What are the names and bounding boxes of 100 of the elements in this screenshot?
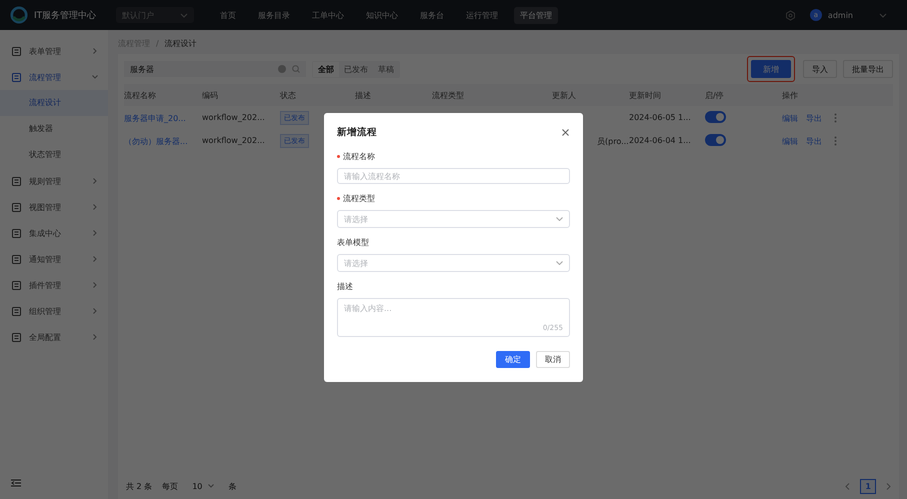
filter-tab[interactable]: 全部 [313,62,339,76]
sidebar-subitem[interactable]: 状态管理 [0,142,108,168]
page-size-label: 每页 [162,480,178,492]
square-icon [12,46,21,56]
nav-tab[interactable]: 服务目录 [252,6,296,24]
column-header: 描述 [355,90,371,101]
dialog-title: 新增流程 [337,126,377,138]
square-icon [12,72,21,82]
table-cell: 2024-06-05 1... [629,113,691,122]
settings-icon[interactable] [784,10,796,20]
chevron-right-icon [92,48,98,54]
chevron-down-icon[interactable] [879,12,887,18]
table-cell: 2024-06-04 1... [629,136,691,145]
sidebar-item[interactable]: 表单管理 [0,38,108,64]
field-label: 描述 [337,281,353,292]
nav-tab[interactable]: 运行管理 [460,6,504,24]
sidebar-subitem[interactable]: 流程设计 [0,90,108,116]
collapse-icon[interactable] [11,479,21,487]
breadcrumb-separator: / [156,38,159,48]
action-link[interactable]: 导出 [806,136,822,147]
field-label: 表单模型 [337,237,369,248]
action-link[interactable]: 导出 [806,113,822,124]
sidebar-item[interactable]: 组织管理 [0,298,108,324]
square-icon [12,202,21,212]
chevron-down-icon [556,261,563,265]
dialog-button[interactable]: 确定 [496,351,530,368]
column-header: 操作 [782,90,798,101]
toolbar-button[interactable]: 批量导出 [843,60,893,78]
table-cell: 员(pro... [597,136,629,147]
column-header: 流程类型 [432,90,464,101]
filter-tab[interactable]: 已发布 [339,62,373,76]
clear-icon[interactable] [278,65,286,73]
toolbar-button[interactable]: 新增 [751,60,791,78]
sidebar-item[interactable]: 流程管理 [0,64,108,90]
chevron-right-icon [92,282,98,288]
action-link[interactable]: 编辑 [782,136,798,147]
chevron-left-icon[interactable] [845,482,850,490]
total-count: 共 2 条 [126,480,152,492]
more-icon[interactable] [834,136,837,146]
chevron-down-icon [208,484,214,488]
table-cell: workflow_202... [202,136,265,145]
toggle-switch[interactable] [705,111,726,123]
table-cell: workflow_202... [202,113,265,122]
square-icon [12,332,21,342]
square-icon [12,306,21,316]
page-size-unit: 条 [228,480,236,492]
sidebar-item[interactable]: 通知管理 [0,246,108,272]
chevron-down-icon [92,74,98,80]
select-field[interactable]: 请选择 [337,210,570,228]
sidebar-subitem[interactable]: 触发器 [0,116,108,142]
nav-tab[interactable]: 知识中心 [360,6,404,24]
column-header: 状态 [280,90,296,101]
nav-tab[interactable]: 平台管理 [514,6,558,24]
user-name: admin [828,10,853,20]
close-icon[interactable] [562,128,569,136]
field-label: 流程类型 [343,193,375,204]
more-icon[interactable] [834,113,837,123]
logo-icon [10,6,28,24]
process-name-link[interactable]: （勿动）服务器... [124,136,188,147]
toggle-switch[interactable] [705,134,726,146]
sidebar-item[interactable]: 插件管理 [0,272,108,298]
nav-tab[interactable]: 首页 [214,6,242,24]
column-header: 更新人 [552,90,576,101]
sidebar-item[interactable]: 全局配置 [0,324,108,350]
filter-tab[interactable]: 草稿 [373,62,399,76]
chevron-down-icon [556,217,563,221]
required-mark-icon [337,155,340,158]
dialog-button[interactable]: 取消 [536,351,570,368]
search-field[interactable]: 服务器 [124,61,306,77]
chevron-right-icon [92,204,98,210]
chevron-right-icon[interactable] [886,482,891,490]
chevron-right-icon [92,256,98,262]
column-header: 启/停 [705,90,724,101]
nav-tab[interactable]: 服务台 [414,6,450,24]
input-field[interactable]: 请输入流程名称 [337,168,570,184]
chevron-right-icon [92,334,98,340]
app-title: IT服务管理中心 [34,10,96,22]
select-field[interactable]: 请选择 [337,254,570,272]
search-icon[interactable] [292,65,300,73]
breadcrumb-current: 流程设计 [164,38,197,48]
nav-tab[interactable]: 工单中心 [306,6,350,24]
column-header: 更新时间 [629,90,661,101]
square-icon [12,228,21,238]
sidebar-item[interactable]: 集成中心 [0,220,108,246]
square-icon [12,176,21,186]
page-size-select[interactable]: 10 [188,480,218,492]
action-link[interactable]: 编辑 [782,113,798,124]
column-header: 编码 [202,90,218,101]
toolbar-button[interactable]: 导入 [803,60,837,78]
sidebar-item[interactable]: 视图管理 [0,194,108,220]
square-icon [12,280,21,290]
required-mark-icon [337,197,340,200]
page-number[interactable]: 1 [860,478,876,494]
process-name-link[interactable]: 服务器申请_20... [124,113,186,124]
column-header: 流程名称 [124,90,156,101]
chevron-right-icon [92,178,98,184]
chevron-right-icon [92,230,98,236]
chevron-right-icon [92,308,98,314]
sidebar-item[interactable]: 规则管理 [0,168,108,194]
chevron-down-icon [180,12,188,18]
